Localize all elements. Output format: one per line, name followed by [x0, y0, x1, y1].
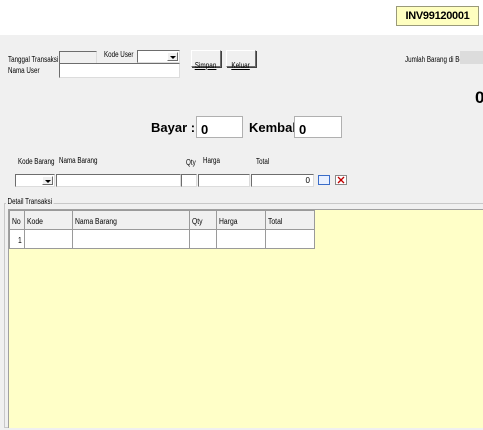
cell-nama-barang[interactable]: [72, 229, 191, 249]
total-value: 0: [305, 176, 310, 185]
col-header-total[interactable]: Total: [265, 210, 316, 230]
total-field: 0: [251, 174, 314, 187]
delete-icon[interactable]: [335, 175, 347, 185]
jumlah-barang-value: 0: [475, 88, 483, 107]
nama-user-label: Nama User: [8, 66, 40, 75]
cell-total[interactable]: [265, 229, 316, 249]
col-header-qty[interactable]: Qty: [189, 210, 218, 230]
harga-label: Harga: [203, 156, 221, 165]
nama-barang-label: Nama Barang: [59, 156, 98, 165]
cell-kode[interactable]: [24, 229, 74, 249]
col-header-no[interactable]: No: [8, 210, 26, 230]
col-header-nama-barang[interactable]: Nama Barang: [72, 210, 191, 230]
detail-transaksi-title: Detail Transaksi: [6, 197, 54, 206]
kembali-value: 0: [299, 122, 307, 137]
bayar-field[interactable]: 0: [196, 116, 243, 138]
jumlah-barang-field: [460, 51, 483, 64]
chevron-down-icon[interactable]: [42, 176, 53, 185]
kembali-field[interactable]: 0: [294, 116, 342, 138]
chevron-down-icon[interactable]: [167, 52, 178, 61]
tanggal-transaksi-label: Tanggal Transaksi: [8, 55, 59, 64]
jumlah-barang-label: Jumlah Barang di Bel:: [405, 55, 467, 64]
col-header-harga[interactable]: Harga: [216, 210, 267, 230]
total-label: Total: [256, 157, 270, 166]
simpan-button[interactable]: Simpan: [191, 50, 221, 70]
cell-harga[interactable]: [216, 229, 267, 249]
qty-field[interactable]: [181, 174, 197, 187]
table-row[interactable]: 1: [8, 229, 316, 249]
bayar-value: 0: [201, 122, 209, 137]
invoice-number-label: INV99120001: [396, 6, 479, 26]
kode-user-combo[interactable]: [137, 50, 180, 63]
nama-user-field[interactable]: [59, 63, 180, 78]
nama-barang-field[interactable]: [56, 174, 181, 187]
kode-barang-combo[interactable]: [15, 174, 55, 187]
qty-label: Qty: [186, 158, 196, 167]
cell-no[interactable]: 1: [8, 229, 26, 249]
harga-field[interactable]: [198, 174, 250, 187]
bayar-label: Bayar :: [151, 120, 196, 135]
cell-qty[interactable]: [189, 229, 218, 249]
grid-header-row: No Kode Nama Barang Qty Harga Total: [8, 210, 316, 230]
keluar-button[interactable]: Keluar: [226, 50, 256, 70]
add-icon[interactable]: [318, 175, 330, 185]
kode-barang-label: Kode Barang: [18, 157, 55, 166]
col-header-kode[interactable]: Kode: [24, 210, 74, 230]
kode-user-label: Kode User: [104, 50, 134, 59]
detail-grid[interactable]: No Kode Nama Barang Qty Harga Total 1: [8, 210, 316, 249]
